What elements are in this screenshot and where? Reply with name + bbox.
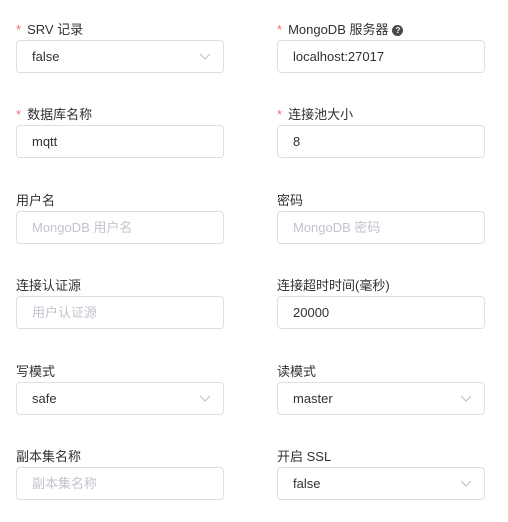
connect-timeout-input[interactable]: 20000	[277, 296, 485, 329]
password-label: 密码	[277, 193, 304, 208]
write-mode-label: 写模式	[16, 364, 56, 379]
password-input[interactable]: MongoDB 密码	[277, 211, 485, 244]
chevron-down-icon	[460, 480, 472, 487]
username-label: 用户名	[16, 193, 56, 208]
srv-record-value: false	[32, 49, 60, 64]
mongodb-server-label: * MongoDB 服务器 ?	[277, 22, 404, 38]
username-input[interactable]: MongoDB 用户名	[16, 211, 224, 244]
pool-size-label: * 连接池大小	[277, 107, 354, 122]
chevron-down-icon	[460, 395, 472, 402]
chevron-down-icon	[199, 395, 211, 402]
srv-record-label: * SRV 记录	[16, 22, 84, 37]
read-mode-label: 读模式	[277, 364, 317, 379]
replica-set-input[interactable]: 副本集名称	[16, 467, 224, 500]
auth-source-input[interactable]: 用户认证源	[16, 296, 224, 329]
ssl-value: false	[293, 476, 321, 491]
mongodb-server-value: localhost:27017	[293, 49, 385, 64]
mongodb-server-input[interactable]: localhost:27017	[277, 40, 485, 73]
database-name-label: * 数据库名称	[16, 107, 93, 122]
auth-source-label: 连接认证源	[16, 278, 82, 293]
database-name-input[interactable]: mqtt	[16, 125, 224, 158]
required-marker: *	[16, 22, 22, 37]
ssl-label: 开启 SSL	[277, 449, 332, 464]
write-mode-value: safe	[32, 391, 57, 406]
ssl-select[interactable]: false	[277, 467, 485, 500]
required-marker: *	[277, 22, 283, 37]
connect-timeout-value: 20000	[293, 305, 330, 320]
connect-timeout-label: 连接超时时间(毫秒)	[277, 278, 390, 293]
chevron-down-icon	[199, 53, 211, 60]
password-placeholder: MongoDB 密码	[293, 220, 381, 235]
database-name-value: mqtt	[32, 134, 58, 149]
replica-set-placeholder: 副本集名称	[32, 476, 98, 491]
question-circle-icon[interactable]: ?	[392, 24, 404, 36]
read-mode-value: master	[293, 391, 333, 406]
pool-size-input[interactable]: 8	[277, 125, 485, 158]
write-mode-select[interactable]: safe	[16, 382, 224, 415]
auth-source-placeholder: 用户认证源	[32, 305, 98, 320]
pool-size-value: 8	[293, 134, 301, 149]
username-placeholder: MongoDB 用户名	[32, 220, 133, 235]
required-marker: *	[16, 107, 22, 122]
read-mode-select[interactable]: master	[277, 382, 485, 415]
required-marker: *	[277, 107, 283, 122]
srv-record-select[interactable]: false	[16, 40, 224, 73]
replica-set-label: 副本集名称	[16, 449, 82, 464]
